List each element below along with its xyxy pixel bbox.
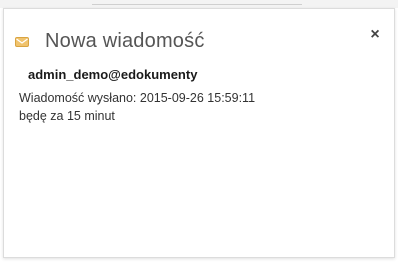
dialog-header: Nowa wiadomość × xyxy=(4,9,394,59)
background-strip xyxy=(0,0,398,8)
close-button[interactable]: × xyxy=(366,26,384,44)
sender-address: admin_demo@edokumenty xyxy=(28,67,198,82)
divider xyxy=(92,4,302,5)
message-body: będę za 15 minut xyxy=(19,109,115,123)
envelope-icon xyxy=(15,34,29,47)
dialog-title: Nowa wiadomość xyxy=(45,30,205,52)
new-message-dialog: Nowa wiadomość × admin_demo@edokumenty W… xyxy=(3,8,395,258)
sent-timestamp: Wiadomość wysłano: 2015-09-26 15:59:11 xyxy=(19,91,256,105)
